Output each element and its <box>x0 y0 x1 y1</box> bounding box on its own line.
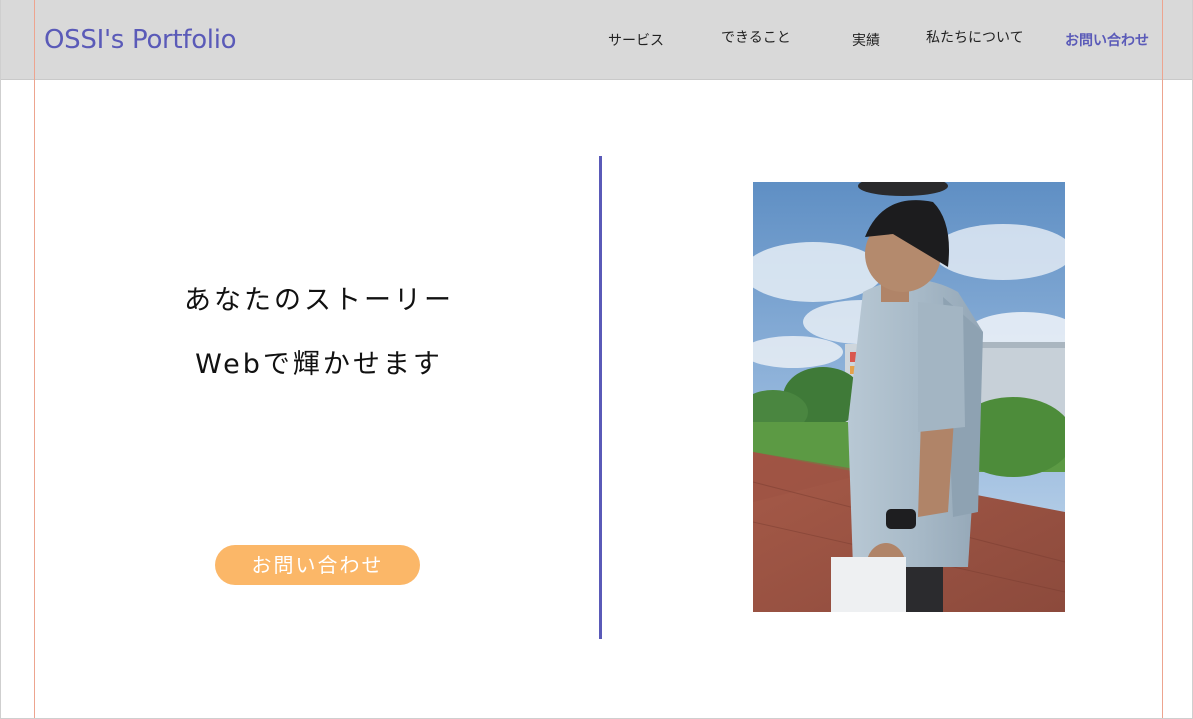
nav-item-works[interactable]: 実績 <box>852 32 880 50</box>
hero-headline-line1: あなたのストーリー <box>184 285 454 316</box>
layout-guide-right <box>1162 0 1163 718</box>
page: OSSI's Portfolio サービス できること 実績 私たちについて お… <box>0 0 1193 719</box>
hero-headline-line2: Webで輝かせます <box>195 349 443 380</box>
contact-cta-button[interactable]: お問い合わせ <box>215 545 420 585</box>
nav-item-services[interactable]: サービス <box>608 32 664 50</box>
site-logo[interactable]: OSSI's Portfolio <box>44 22 237 58</box>
nav-item-skills[interactable]: できること <box>721 29 791 47</box>
hero-photo <box>753 182 1065 612</box>
nav-item-about[interactable]: 私たちについて <box>926 29 1024 47</box>
site-header: OSSI's Portfolio サービス できること 実績 私たちについて お… <box>1 0 1192 80</box>
layout-guide-left <box>34 0 35 718</box>
vertical-divider <box>599 156 602 639</box>
nav-item-contact[interactable]: お問い合わせ <box>1065 32 1149 50</box>
